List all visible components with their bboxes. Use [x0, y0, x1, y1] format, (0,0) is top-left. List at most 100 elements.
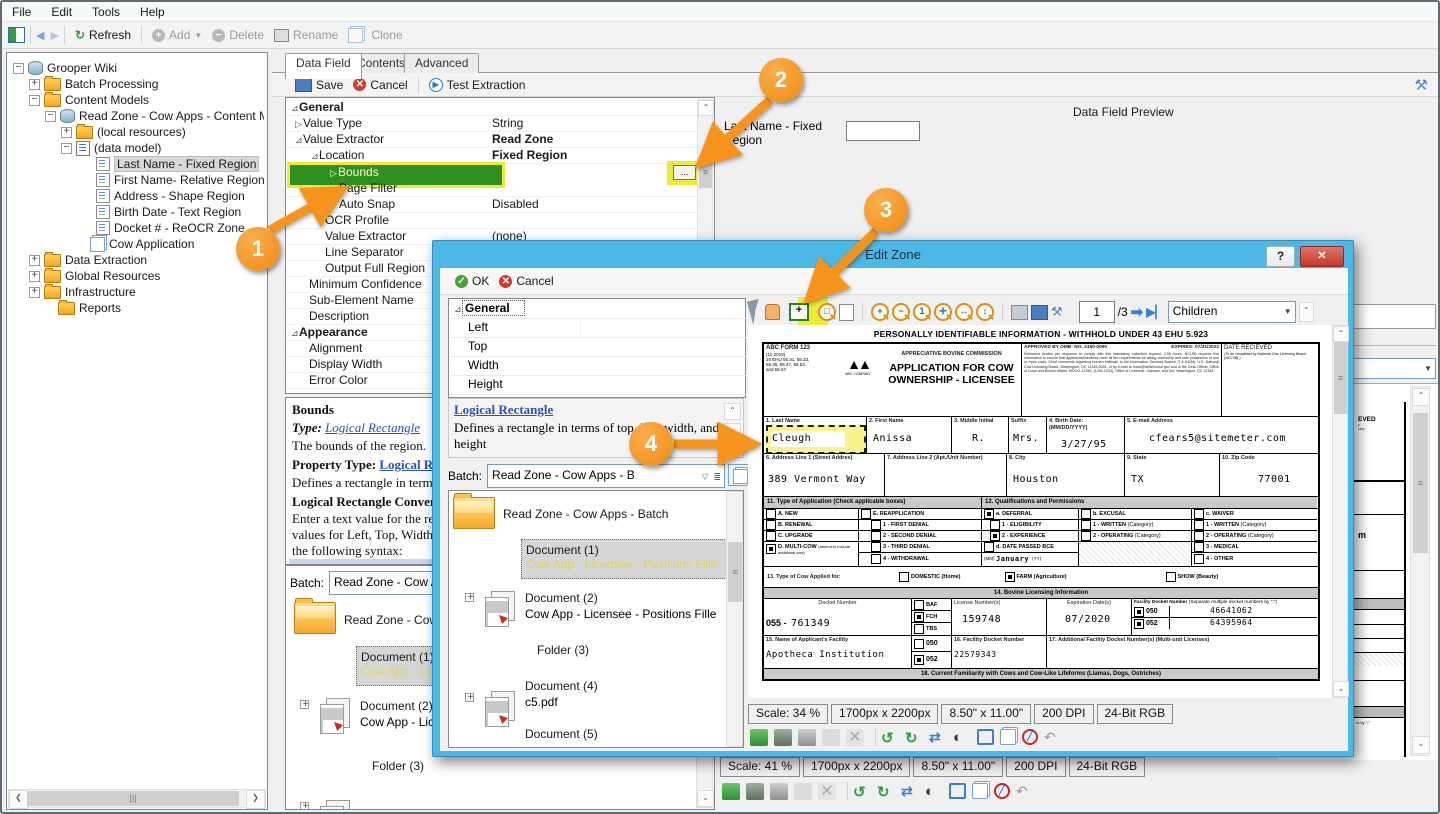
rotate-ccw-icon[interactable]: ↺: [881, 729, 899, 747]
batch-folder-label[interactable]: Folder (3): [372, 759, 424, 773]
tree-item-read-zone-content-model[interactable]: Read Zone - Cow Apps - Content Moc: [45, 108, 264, 124]
expand-icon[interactable]: [300, 800, 310, 809]
next-page-icon[interactable]: ➡: [1131, 303, 1144, 321]
tree-item-content-models[interactable]: Content Models: [29, 91, 149, 108]
menu-edit[interactable]: Edit: [41, 3, 82, 21]
crop-icon[interactable]: [977, 729, 994, 745]
zone-batch-combo[interactable]: Read Zone - Cow Apps - B ▽ ≣: [487, 464, 726, 488]
zone-viewer-scrollbar[interactable]: ⌃ ≡ ⌄: [1332, 325, 1349, 698]
page-preview-icon[interactable]: [839, 303, 854, 321]
collapse-icon[interactable]: [13, 61, 24, 75]
undo-icon[interactable]: ↶: [1044, 729, 1062, 746]
expand-icon[interactable]: [465, 691, 475, 705]
zone-grid-height[interactable]: Height: [450, 375, 746, 395]
expand-icon[interactable]: [29, 285, 40, 299]
rotate-cw-icon[interactable]: ↻: [877, 783, 895, 801]
collapse-icon[interactable]: [45, 109, 56, 123]
menu-help[interactable]: Help: [130, 3, 175, 21]
logical-rectangle-link[interactable]: Logical Rectangle: [325, 420, 420, 435]
property-row-ocr-profile[interactable]: OCR Profile: [287, 212, 697, 229]
viewer-settings-icon[interactable]: ⚒: [1051, 304, 1063, 320]
tree-item-infrastructure[interactable]: Infrastructure: [29, 283, 136, 300]
refresh-button[interactable]: ↻ Refresh: [70, 26, 136, 44]
batch-root-folder-icon[interactable]: [294, 598, 336, 634]
ip-pin-icon[interactable]: [770, 782, 788, 800]
ip-clear-icon[interactable]: ✕: [846, 728, 864, 746]
tree-item-grooper-wiki[interactable]: Grooper Wiki: [13, 60, 117, 76]
tree-item-data-model[interactable]: (data model): [61, 140, 161, 156]
scroll-up-icon[interactable]: ⌃: [1412, 388, 1430, 406]
tree-item-cow-application[interactable]: Cow Application: [77, 236, 194, 252]
tree-item-birth-date-text-region[interactable]: Birth Date - Text Region: [83, 204, 241, 220]
scroll-down-icon[interactable]: ⌄: [1333, 681, 1349, 697]
tab-data-field[interactable]: Data Field: [285, 53, 362, 79]
expand-icon[interactable]: [29, 253, 40, 267]
zone-doc4-label[interactable]: Document (4): [525, 679, 598, 693]
zone-tree-root-label[interactable]: Read Zone - Cow Apps - Batch: [503, 507, 668, 521]
zone-grid-general[interactable]: ⊿ General: [450, 299, 746, 319]
scrollbar-thumb[interactable]: ≡: [699, 156, 712, 188]
scroll-down-icon[interactable]: ⌄: [1412, 736, 1430, 754]
preview-field-input[interactable]: [846, 121, 920, 141]
zone-doc1-selected[interactable]: Document (1) Cow App - Licensee - Positi…: [521, 539, 727, 579]
document-icon[interactable]: [320, 698, 350, 734]
dialog-ok-button[interactable]: ✓ OK: [450, 272, 494, 290]
tree-item-data-extraction[interactable]: Data Extraction: [29, 251, 147, 268]
invert-icon[interactable]: ◐: [925, 783, 943, 800]
zone-doc2-label[interactable]: Document (2): [525, 591, 598, 605]
bounds-ellipsis-button[interactable]: ...: [673, 165, 696, 180]
tree-item-reports[interactable]: Reports: [45, 299, 121, 316]
property-category-general[interactable]: ⊿General: [287, 99, 697, 116]
zone-folder-label[interactable]: Folder (3): [537, 643, 589, 657]
scrollbar-thumb[interactable]: |||: [27, 791, 239, 806]
batch-doc2-label[interactable]: Document (2): [360, 699, 433, 713]
create-zone-icon[interactable]: +: [789, 303, 809, 321]
copy-page-icon[interactable]: [972, 783, 988, 799]
pan-hand-icon[interactable]: [765, 304, 780, 320]
save-image-icon[interactable]: [1031, 304, 1048, 320]
advanced-tools-icon[interactable]: ⚒: [1415, 76, 1428, 94]
zoom-fit-height-icon[interactable]: ↕: [976, 303, 994, 321]
marquee-zoom-icon[interactable]: □: [818, 303, 836, 321]
scrollbar-thumb[interactable]: ≡: [728, 542, 742, 602]
ip-clear-icon[interactable]: ✕: [818, 782, 836, 800]
dialog-help-button[interactable]: ?: [1266, 246, 1295, 267]
zone-document-viewer[interactable]: PERSONALLY IDENTIFIABLE INFORMATION - WI…: [748, 325, 1332, 698]
property-row-page-filter[interactable]: Page Filter: [287, 180, 697, 197]
document-icon[interactable]: [485, 591, 515, 627]
page-number-input[interactable]: [1078, 301, 1115, 323]
zoom-fit-width-icon[interactable]: ↔: [955, 303, 973, 321]
rotate-ccw-icon[interactable]: ↺: [853, 783, 871, 801]
tree-horizontal-scrollbar[interactable]: ❮ ||| ❯: [8, 789, 266, 809]
expand-icon[interactable]: [465, 591, 475, 605]
property-row-value-type[interactable]: ▷Value Type String: [287, 115, 697, 132]
zoom-in-icon[interactable]: +: [871, 303, 889, 321]
batch-root-folder-icon[interactable]: [453, 493, 495, 529]
scroll-right-icon[interactable]: ❯: [246, 790, 265, 809]
tree-item-address-shape-region[interactable]: Address - Shape Region: [83, 188, 245, 204]
back-icon[interactable]: ◀: [36, 29, 44, 42]
ip-pin-icon[interactable]: [798, 728, 816, 746]
ip-preprocess2-icon[interactable]: [774, 728, 792, 746]
zone-grid-top[interactable]: Top: [450, 337, 746, 357]
scrollbar-thumb[interactable]: ≡: [1334, 342, 1347, 414]
scroll-down-icon[interactable]: ⌄: [697, 790, 714, 807]
refresh-image-icon[interactable]: ⇄: [929, 729, 947, 746]
expand-icon[interactable]: [29, 269, 40, 283]
tree-item-first-name-relative-region[interactable]: First Name- Relative Region: [83, 172, 265, 188]
children-dropdown[interactable]: Children ▼: [1167, 301, 1296, 323]
viewer-split-button[interactable]: ⌄: [1298, 302, 1314, 322]
ip-levels-icon[interactable]: [794, 782, 812, 800]
navigator-icon[interactable]: [8, 27, 25, 43]
print-icon[interactable]: [1011, 304, 1028, 320]
zoom-actual-icon[interactable]: 1: [913, 303, 931, 321]
rename-button[interactable]: Rename: [269, 26, 343, 44]
refresh-image-icon[interactable]: ⇄: [901, 783, 919, 800]
dialog-cancel-button[interactable]: ✕ Cancel: [494, 272, 558, 290]
menu-file[interactable]: File: [2, 3, 41, 21]
add-button[interactable]: + Add ▼: [147, 26, 207, 44]
scrollbar-thumb[interactable]: ≡: [1413, 413, 1428, 553]
redact-icon[interactable]: ╱: [1022, 729, 1038, 745]
menu-tools[interactable]: Tools: [82, 3, 130, 21]
select-cursor-icon[interactable]: [747, 298, 765, 326]
